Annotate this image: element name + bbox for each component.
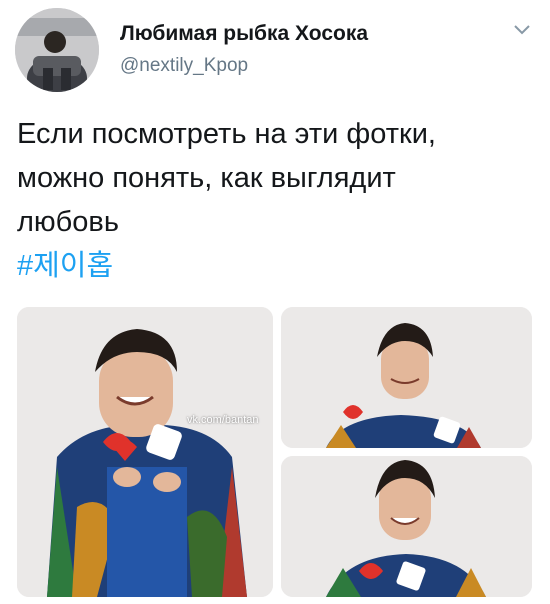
tweet-text: Если посмотреть на эти фотки, можно поня… (17, 112, 532, 288)
photo-image (281, 307, 532, 448)
tweet-line: можно понять, как выглядит (17, 162, 396, 194)
hashtag-link[interactable]: #제이홉 (17, 250, 113, 282)
avatar-image (15, 8, 99, 92)
chevron-down-icon[interactable] (512, 22, 532, 38)
media-grid: vk.com/bantan (17, 307, 532, 597)
photo-large[interactable]: vk.com/bantan (17, 307, 273, 597)
photo-bottom-right[interactable] (281, 456, 532, 597)
photo-top-right[interactable] (281, 307, 532, 448)
photo-watermark: vk.com/bantan (187, 414, 259, 426)
author-display-name[interactable]: Любимая рыбка Хосока (120, 22, 368, 46)
tweet-line: Если посмотреть на эти фотки, (17, 118, 436, 150)
author-handle[interactable]: @nextily_Kpop (120, 55, 248, 77)
avatar[interactable] (15, 8, 99, 92)
tweet-line: любовь (17, 206, 119, 238)
photo-image (17, 307, 273, 597)
photo-image (281, 456, 532, 597)
